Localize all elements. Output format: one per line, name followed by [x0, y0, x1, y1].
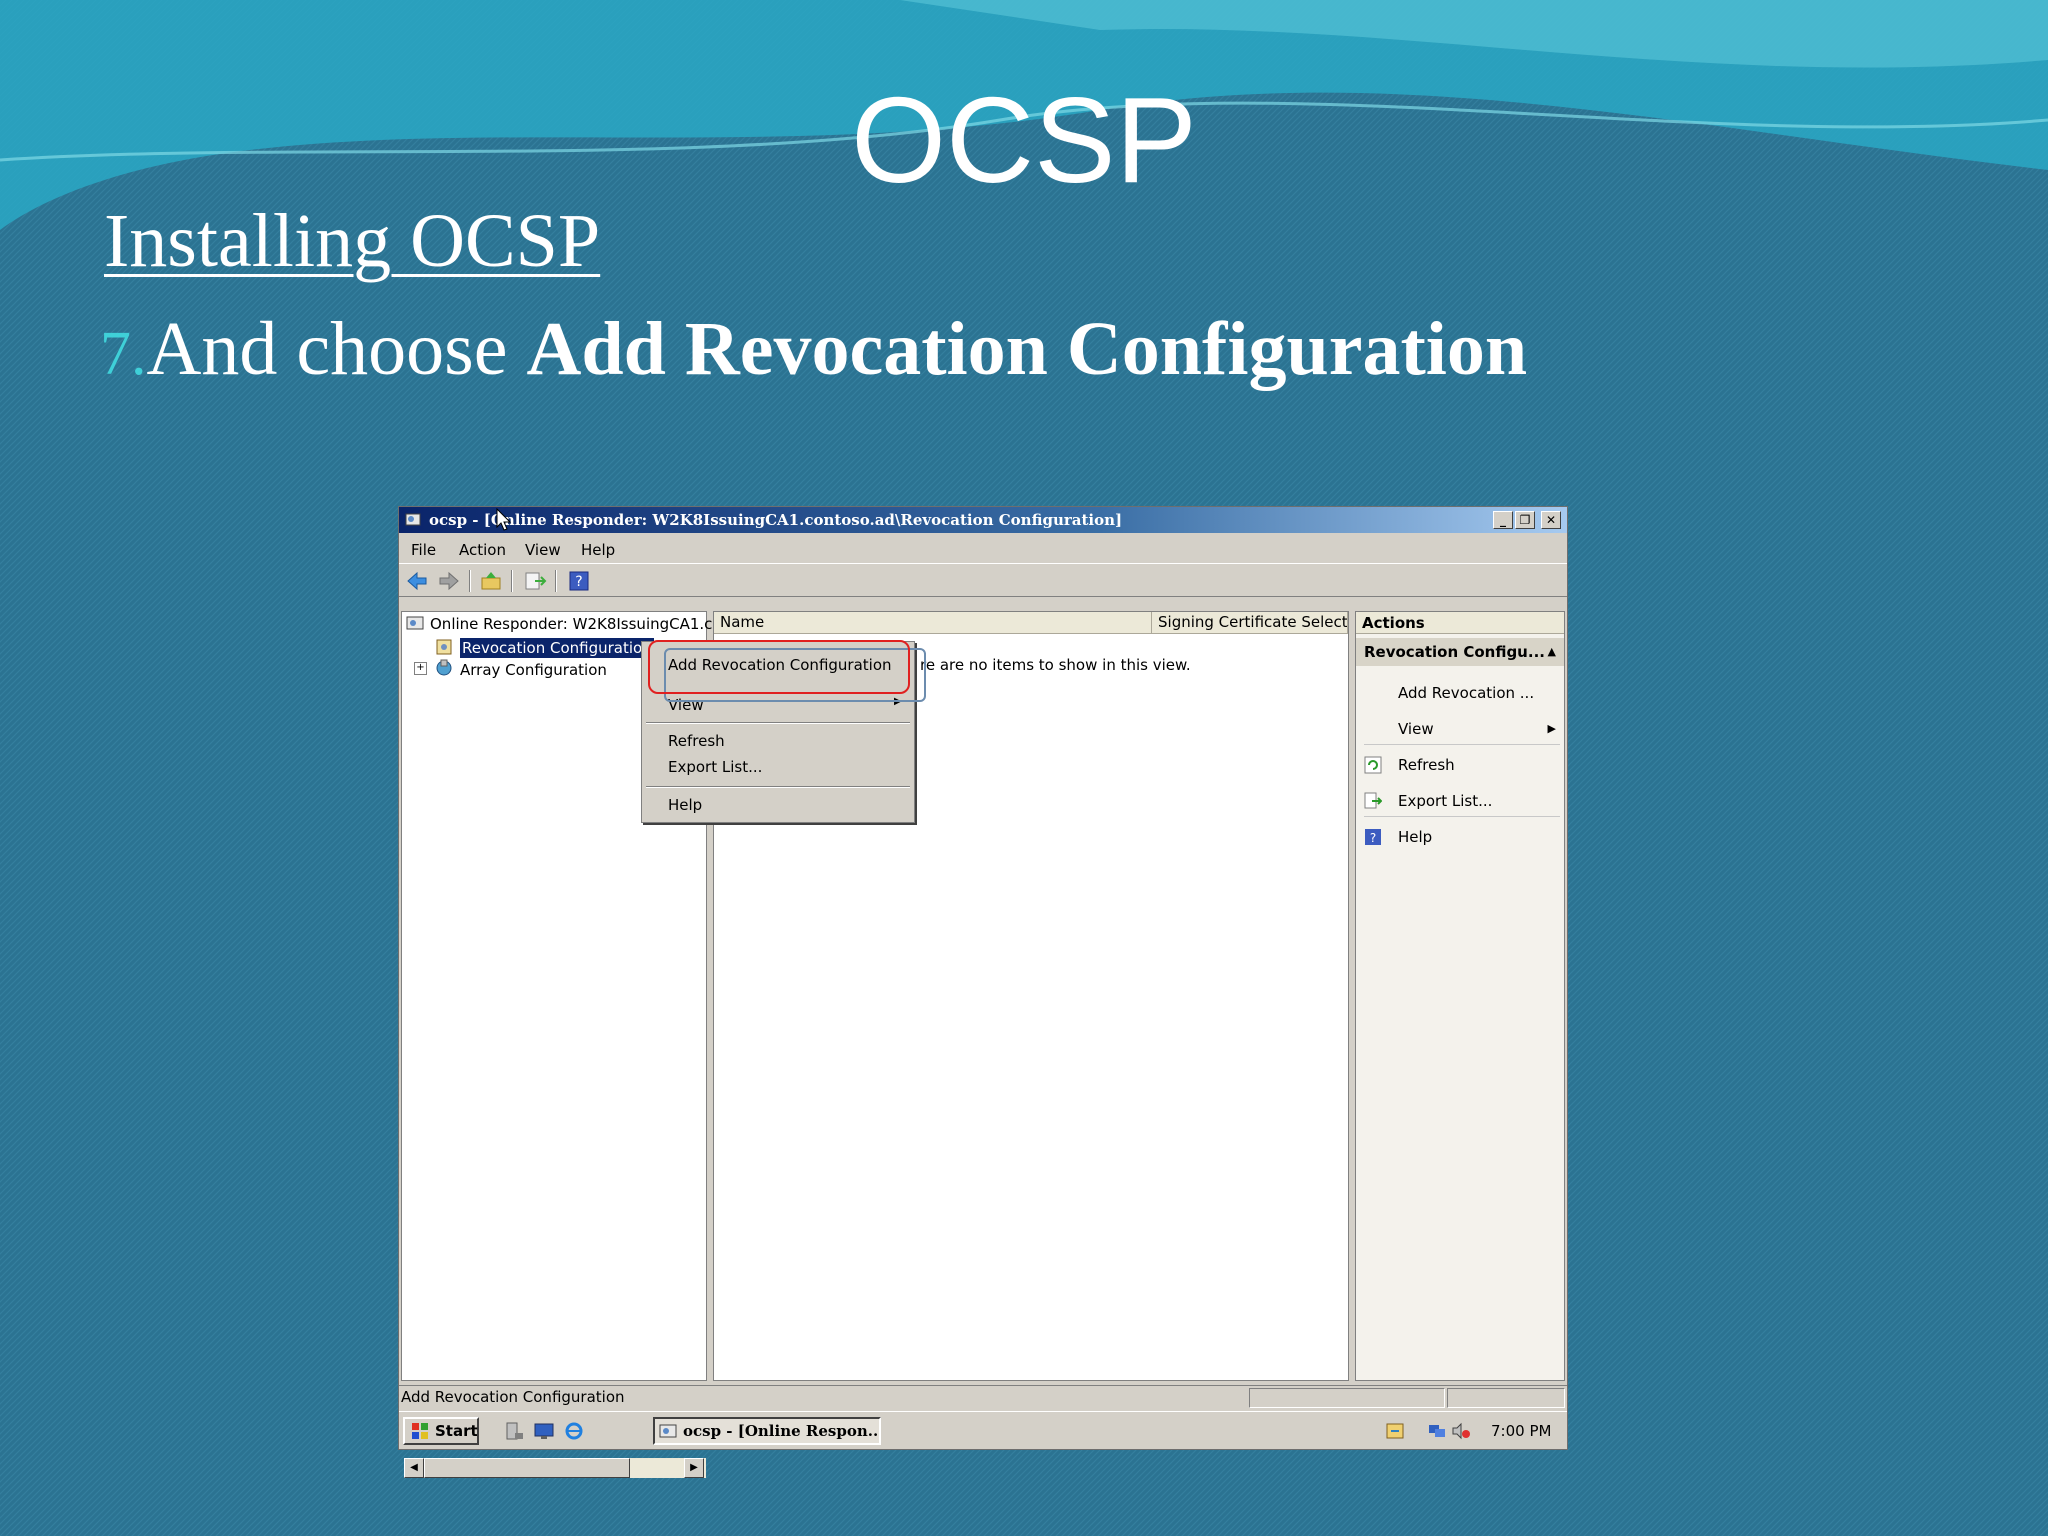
array-icon — [436, 659, 452, 676]
column-header-signing[interactable]: Signing Certificate Selectic — [1152, 612, 1348, 634]
tree-item-root[interactable]: Online Responder: W2K8IssuingCA1.c — [430, 615, 712, 633]
export-icon — [1364, 792, 1382, 809]
action-add-revocation[interactable]: Add Revocation ... — [1398, 684, 1534, 702]
slide-title: OCSP — [851, 72, 1197, 208]
taskbar-ocsp-button[interactable]: ocsp - [Online Respon... — [653, 1417, 881, 1445]
status-text: Add Revocation Configuration — [401, 1388, 625, 1406]
restore-button[interactable]: ❐ — [1515, 511, 1535, 529]
action-help[interactable]: Help — [1398, 828, 1432, 846]
help-icon[interactable]: ? — [567, 570, 591, 592]
scroll-thumb[interactable] — [424, 1458, 630, 1478]
snapin-icon — [659, 1424, 677, 1438]
window-title: ocsp - [Online Responder: W2K8IssuingCA1… — [429, 511, 1123, 529]
minimize-button[interactable]: _ — [1493, 511, 1513, 529]
context-help[interactable]: Help — [668, 796, 702, 814]
actions-pane: Actions Revocation Configu... ▲ Add Revoc… — [1355, 611, 1565, 1381]
highlight-annotation — [648, 640, 910, 694]
svg-text:?: ? — [575, 574, 582, 590]
back-icon[interactable] — [405, 570, 429, 592]
step-number: 7. — [100, 320, 147, 388]
actions-section-header[interactable]: Revocation Configu... ▲ — [1356, 638, 1564, 666]
menu-view[interactable]: View — [525, 541, 561, 559]
start-label: Start — [435, 1422, 478, 1440]
toolbar: ? — [399, 563, 1567, 597]
ie-icon[interactable] — [563, 1421, 585, 1441]
column-header-name[interactable]: Name — [714, 612, 1152, 634]
tray-app-icon[interactable] — [1385, 1422, 1405, 1440]
step-text: And choose — [146, 307, 527, 391]
menu-file[interactable]: File — [411, 541, 436, 559]
collapse-icon[interactable]: ▲ — [1548, 638, 1556, 666]
network-icon[interactable] — [1427, 1422, 1447, 1440]
tree-item-revocation-configuration[interactable]: Revocation Configuration — [460, 638, 654, 658]
taskbar: Start ocsp - [Online Respon... 7:00 PM — [399, 1411, 1567, 1449]
action-export-list[interactable]: Export List... — [1398, 792, 1492, 810]
help-icon: ? — [1365, 829, 1381, 845]
slide-subtitle: Installing OCSP — [104, 199, 601, 283]
empty-list-message: re are no items to show in this view. — [920, 656, 1191, 674]
submenu-arrow-icon: ▶ — [1547, 722, 1556, 735]
menu-action[interactable]: Action — [459, 541, 506, 559]
volume-muted-icon[interactable] — [1451, 1422, 1471, 1440]
step-instruction: 7.And choose Add Revocation Configuratio… — [100, 306, 1527, 393]
scroll-right-button[interactable]: ▶ — [684, 1458, 704, 1478]
server-manager-icon[interactable] — [503, 1421, 525, 1441]
status-bar: Add Revocation Configuration — [399, 1385, 1567, 1409]
forward-icon[interactable] — [437, 570, 461, 592]
window-titlebar[interactable]: ocsp - [Online Responder: W2K8IssuingCA1… — [399, 507, 1567, 533]
menu-help[interactable]: Help — [581, 541, 615, 559]
taskbar-clock: 7:00 PM — [1491, 1422, 1552, 1440]
desktop-icon[interactable] — [533, 1421, 555, 1441]
action-view[interactable]: View — [1398, 720, 1434, 738]
windows-logo-icon — [412, 1423, 428, 1439]
step-bold-text: Add Revocation Configuration — [526, 307, 1528, 391]
up-folder-icon[interactable] — [479, 570, 503, 592]
action-refresh[interactable]: Refresh — [1398, 756, 1455, 774]
snapin-icon — [406, 616, 424, 630]
svg-text:?: ? — [1370, 831, 1376, 845]
start-button[interactable]: Start — [403, 1417, 479, 1445]
refresh-icon — [1364, 756, 1382, 774]
actions-section-label: Revocation Configu... — [1364, 643, 1545, 661]
close-button[interactable]: ✕ — [1541, 511, 1561, 529]
expand-toggle[interactable]: + — [414, 662, 427, 675]
actions-header: Actions — [1356, 612, 1564, 634]
menu-bar: File Action View Help — [399, 537, 1567, 561]
tree-horizontal-scrollbar[interactable]: ◀ ▶ — [404, 1458, 706, 1478]
context-export-list[interactable]: Export List... — [668, 758, 762, 776]
context-refresh[interactable]: Refresh — [668, 732, 725, 750]
taskbar-ocsp-label: ocsp - [Online Respon... — [683, 1422, 881, 1440]
mouse-cursor-icon — [496, 508, 512, 531]
tree-item-array-configuration[interactable]: Array Configuration — [460, 661, 607, 679]
snapin-icon — [405, 513, 421, 526]
mmc-window: ocsp - [Online Responder: W2K8IssuingCA1… — [398, 506, 1568, 1478]
revocation-icon — [436, 639, 452, 655]
scroll-left-button[interactable]: ◀ — [404, 1458, 424, 1478]
export-icon[interactable] — [523, 570, 547, 592]
